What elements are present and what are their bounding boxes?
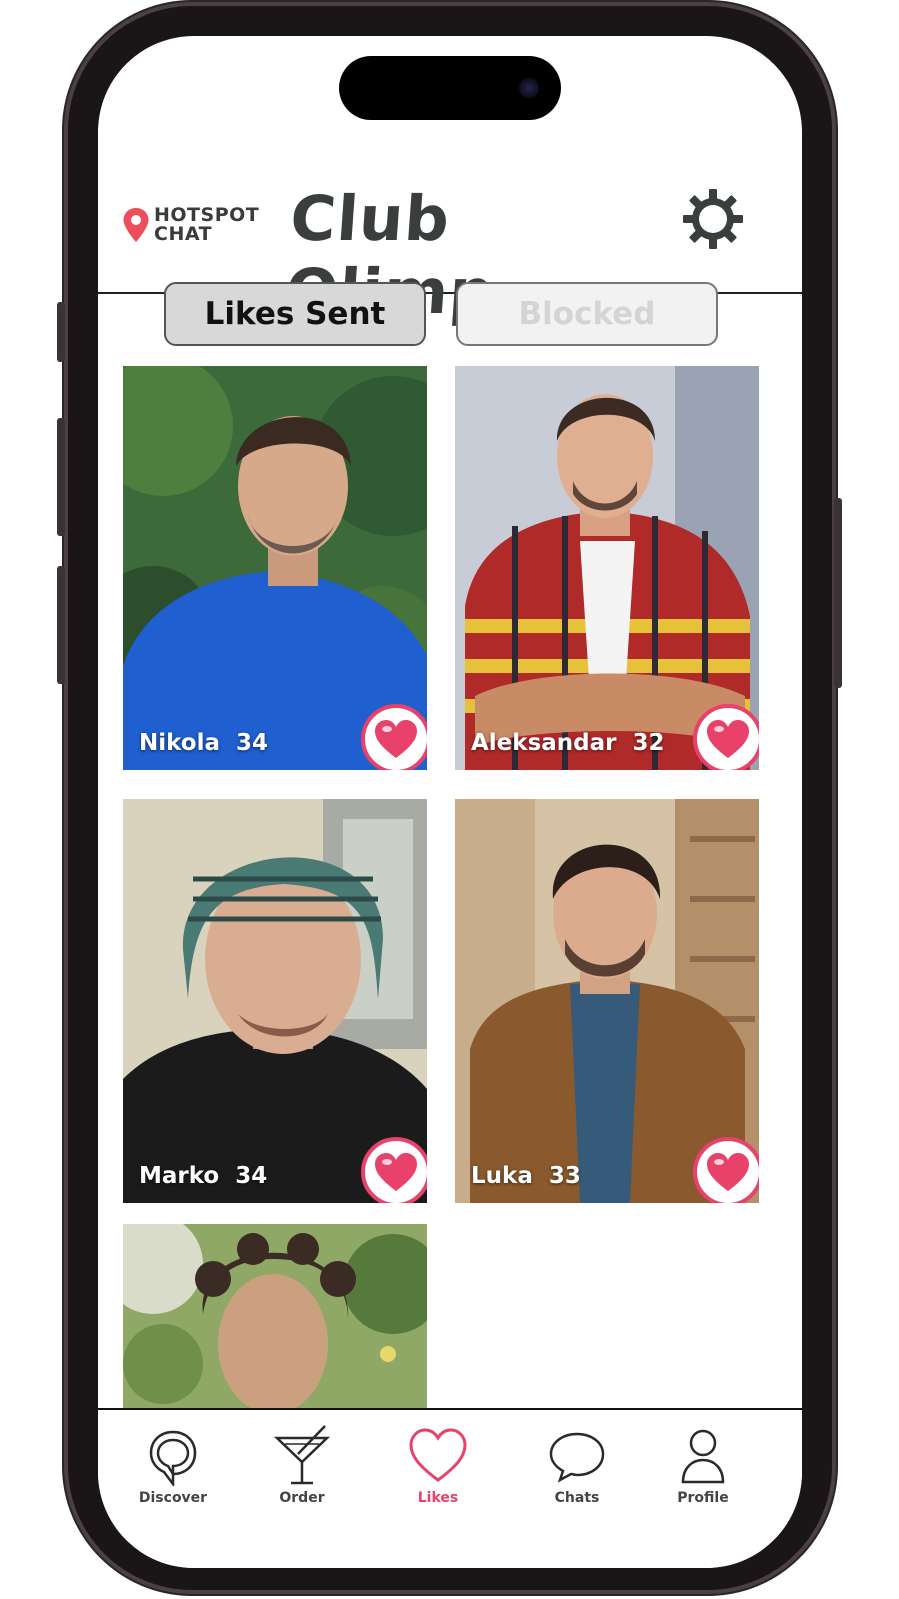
gear-icon[interactable]	[682, 188, 744, 250]
heart-icon[interactable]	[693, 1137, 759, 1203]
profile-card[interactable]: Aleksandar 32	[455, 366, 759, 770]
dynamic-island	[339, 56, 561, 120]
profile-card[interactable]: Luka 33	[455, 799, 759, 1203]
phone-silent-switch	[57, 302, 65, 362]
chat-bubble-icon	[549, 1432, 605, 1483]
phone-power-button	[834, 498, 842, 688]
nav-profile[interactable]: Profile	[648, 1424, 758, 1506]
nav-label-discover: Discover	[138, 1490, 208, 1506]
profile-card[interactable]	[123, 1224, 427, 1410]
profile-card[interactable]: Nikola 34	[123, 366, 427, 770]
location-pin-icon	[123, 208, 149, 242]
nav-label-likes: Likes	[417, 1490, 459, 1506]
heart-icon[interactable]	[693, 704, 759, 770]
nav-likes[interactable]: Likes	[383, 1424, 493, 1506]
nav-order[interactable]: Order	[247, 1424, 357, 1506]
phone-volume-up	[57, 418, 65, 536]
user-icon	[681, 1429, 725, 1484]
profile-name-age: Luka 33	[471, 1163, 581, 1189]
tab-likes-sent[interactable]: Likes Sent	[164, 282, 426, 346]
heart-icon	[409, 1428, 467, 1482]
heart-icon[interactable]	[361, 704, 427, 770]
heart-icon[interactable]	[361, 1137, 427, 1203]
camera-icon	[519, 78, 539, 98]
cocktail-icon	[273, 1425, 331, 1485]
phone-volume-down	[57, 566, 65, 684]
profile-name-age: Marko 34	[139, 1163, 268, 1189]
nav-label-profile: Profile	[677, 1490, 729, 1506]
nav-label-chats: Chats	[554, 1490, 600, 1506]
brand-line-2: CHAT	[154, 223, 213, 245]
profile-name-age: Nikola 34	[139, 730, 269, 756]
profile-card[interactable]: Marko 34	[123, 799, 427, 1203]
app-screen: HOTSPOT CHAT Club Olimp Likes Sent Block…	[98, 36, 802, 1568]
profile-photo	[123, 1224, 427, 1410]
brand-logo[interactable]: HOTSPOT CHAT	[122, 206, 259, 244]
bottom-nav: Discover Order Likes Chats Profile	[98, 1408, 802, 1568]
nav-chats[interactable]: Chats	[522, 1424, 632, 1506]
discover-icon	[149, 1430, 197, 1486]
profile-name-age: Aleksandar 32	[471, 730, 665, 756]
nav-label-order: Order	[279, 1490, 325, 1506]
app-header: HOTSPOT CHAT Club Olimp	[98, 136, 802, 328]
tab-blocked[interactable]: Blocked	[456, 282, 718, 346]
nav-discover[interactable]: Discover	[118, 1424, 228, 1506]
